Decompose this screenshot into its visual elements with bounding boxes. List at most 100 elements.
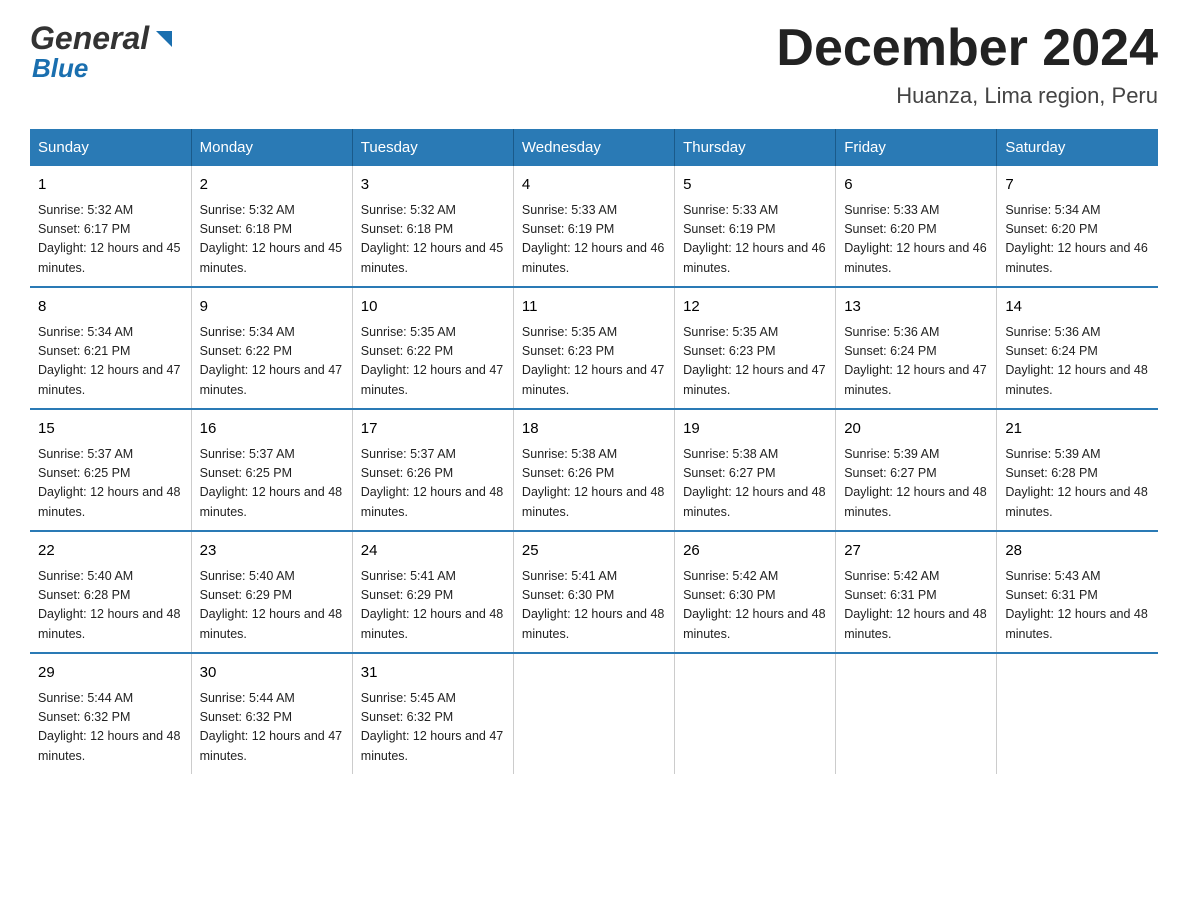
daylight-text: Daylight: 12 hours and 48 minutes.	[844, 485, 986, 518]
calendar-week-row: 15Sunrise: 5:37 AMSunset: 6:25 PMDayligh…	[30, 409, 1158, 531]
calendar-day-cell: 8Sunrise: 5:34 AMSunset: 6:21 PMDaylight…	[30, 287, 191, 409]
day-number: 19	[683, 418, 827, 441]
calendar-empty-cell	[513, 653, 674, 774]
sunset-text: Sunset: 6:32 PM	[200, 710, 292, 724]
calendar-day-cell: 26Sunrise: 5:42 AMSunset: 6:30 PMDayligh…	[675, 531, 836, 653]
daylight-text: Daylight: 12 hours and 47 minutes.	[38, 363, 180, 396]
calendar-day-cell: 3Sunrise: 5:32 AMSunset: 6:18 PMDaylight…	[352, 166, 513, 287]
daylight-text: Daylight: 12 hours and 48 minutes.	[1005, 363, 1147, 396]
sunrise-text: Sunrise: 5:42 AM	[683, 569, 778, 583]
calendar-day-cell: 16Sunrise: 5:37 AMSunset: 6:25 PMDayligh…	[191, 409, 352, 531]
calendar-day-cell: 22Sunrise: 5:40 AMSunset: 6:28 PMDayligh…	[30, 531, 191, 653]
sunset-text: Sunset: 6:28 PM	[1005, 466, 1097, 480]
day-number: 26	[683, 540, 827, 563]
page-title: December 2024	[776, 20, 1158, 77]
daylight-text: Daylight: 12 hours and 47 minutes.	[361, 363, 503, 396]
calendar-day-cell: 14 Sunrise: 5:36 AMSunset: 6:24 PMDayligh…	[997, 287, 1158, 409]
column-header-friday: Friday	[836, 129, 997, 166]
column-header-saturday: Saturday	[997, 129, 1158, 166]
day-number: 14	[1005, 296, 1150, 319]
logo-blue-text: Blue	[30, 53, 88, 84]
day-info: Sunrise: 5:35 AMSunset: 6:23 PMDaylight:…	[683, 323, 827, 401]
day-number: 21	[1005, 418, 1150, 441]
calendar-empty-cell	[836, 653, 997, 774]
calendar-day-cell: 21 Sunrise: 5:39 AMSunset: 6:28 PMDayligh…	[997, 409, 1158, 531]
sunrise-text: Sunrise: 5:40 AM	[200, 569, 295, 583]
calendar-day-cell: 5Sunrise: 5:33 AMSunset: 6:19 PMDaylight…	[675, 166, 836, 287]
sunset-text: Sunset: 6:26 PM	[522, 466, 614, 480]
sunrise-text: Sunrise: 5:37 AM	[361, 447, 456, 461]
sunset-text: Sunset: 6:27 PM	[844, 466, 936, 480]
calendar-day-cell: 31Sunrise: 5:45 AMSunset: 6:32 PMDayligh…	[352, 653, 513, 774]
day-number: 27	[844, 540, 988, 563]
calendar-week-row: 8Sunrise: 5:34 AMSunset: 6:21 PMDaylight…	[30, 287, 1158, 409]
day-info: Sunrise: 5:39 AM Sunset: 6:27 PM Daylight:…	[844, 445, 988, 523]
day-info: Sunrise: 5:35 AMSunset: 6:22 PMDaylight:…	[361, 323, 505, 401]
daylight-text: Daylight: 12 hours and 48 minutes.	[361, 485, 503, 518]
day-info: Sunrise: 5:37 AMSunset: 6:26 PMDaylight:…	[361, 445, 505, 523]
day-number: 25	[522, 540, 666, 563]
sunrise-text: Sunrise: 5:39 AM	[844, 447, 939, 461]
day-info: Sunrise: 5:32 AMSunset: 6:17 PMDaylight:…	[38, 201, 183, 279]
daylight-text: Daylight: 12 hours and 45 minutes.	[200, 241, 342, 274]
sunset-text: Sunset: 6:19 PM	[683, 222, 775, 236]
daylight-text: Daylight: 12 hours and 48 minutes.	[844, 607, 986, 640]
calendar-day-cell: 11Sunrise: 5:35 AMSunset: 6:23 PMDayligh…	[513, 287, 674, 409]
daylight-text: Daylight: 12 hours and 47 minutes.	[844, 363, 986, 396]
calendar-day-cell: 7Sunrise: 5:34 AMSunset: 6:20 PMDaylight…	[997, 166, 1158, 287]
calendar-day-cell: 19Sunrise: 5:38 AMSunset: 6:27 PMDayligh…	[675, 409, 836, 531]
sunrise-text: Sunrise: 5:34 AM	[200, 325, 295, 339]
day-info: Sunrise: 5:42 AMSunset: 6:31 PMDaylight:…	[844, 567, 988, 645]
daylight-text: Daylight: 12 hours and 48 minutes.	[522, 485, 664, 518]
column-header-monday: Monday	[191, 129, 352, 166]
day-number: 5	[683, 174, 827, 197]
calendar-week-row: 29Sunrise: 5:44 AMSunset: 6:32 PMDayligh…	[30, 653, 1158, 774]
calendar-day-cell: 10 Sunrise: 5:35 AMSunset: 6:22 PMDayligh…	[352, 287, 513, 409]
sunrise-text: Sunrise: 5:33 AM	[844, 203, 939, 217]
day-number: 23	[200, 540, 344, 563]
day-info: Sunrise: 5:32 AMSunset: 6:18 PMDaylight:…	[361, 201, 505, 279]
sunrise-text: Sunrise: 5:35 AM	[522, 325, 617, 339]
calendar-day-cell: 1Sunrise: 5:32 AMSunset: 6:17 PMDaylight…	[30, 166, 191, 287]
logo: General Blue	[30, 20, 174, 84]
sunset-text: Sunset: 6:19 PM	[522, 222, 614, 236]
daylight-text: Daylight: 12 hours and 47 minutes.	[361, 729, 503, 762]
day-info: Sunrise: 5:35 AMSunset: 6:23 PMDaylight:…	[522, 323, 666, 401]
day-info: Sunrise: 5:34 AMSunset: 6:21 PMDaylight:…	[38, 323, 183, 401]
day-number: 29	[38, 662, 183, 685]
sunrise-text: Sunrise: 5:40 AM	[38, 569, 133, 583]
sunset-text: Sunset: 6:22 PM	[200, 344, 292, 358]
day-number: 28	[1005, 540, 1150, 563]
logo-general-text: General	[30, 20, 149, 57]
daylight-text: Daylight: 12 hours and 47 minutes.	[683, 363, 825, 396]
column-header-sunday: Sunday	[30, 129, 191, 166]
sunset-text: Sunset: 6:32 PM	[38, 710, 130, 724]
daylight-text: Daylight: 12 hours and 47 minutes.	[200, 729, 342, 762]
sunset-text: Sunset: 6:30 PM	[522, 588, 614, 602]
day-number: 10	[361, 296, 505, 319]
sunrise-text: Sunrise: 5:32 AM	[38, 203, 133, 217]
sunrise-text: Sunrise: 5:37 AM	[38, 447, 133, 461]
day-info: Sunrise: 5:41 AMSunset: 6:30 PMDaylight:…	[522, 567, 666, 645]
day-info: Sunrise: 5:36 AMSunset: 6:24 PMDaylight:…	[1005, 323, 1150, 401]
day-number: 16	[200, 418, 344, 441]
calendar-day-cell: 24Sunrise: 5:41 AMSunset: 6:29 PMDayligh…	[352, 531, 513, 653]
logo-arrow-icon	[152, 27, 174, 54]
column-header-thursday: Thursday	[675, 129, 836, 166]
day-info: Sunrise: 5:36 AMSunset: 6:24 PMDaylight:…	[844, 323, 988, 401]
sunset-text: Sunset: 6:31 PM	[844, 588, 936, 602]
day-number: 13	[844, 296, 988, 319]
calendar-day-cell: 13 Sunrise: 5:36 AMSunset: 6:24 PMDayligh…	[836, 287, 997, 409]
day-info: Sunrise: 5:43 AMSunset: 6:31 PMDaylight:…	[1005, 567, 1150, 645]
calendar-day-cell: 30Sunrise: 5:44 AMSunset: 6:32 PMDayligh…	[191, 653, 352, 774]
daylight-text: Daylight: 12 hours and 47 minutes.	[522, 363, 664, 396]
day-info: Sunrise: 5:39 AMSunset: 6:28 PMDaylight:…	[1005, 445, 1150, 523]
day-info: Sunrise: 5:33 AMSunset: 6:19 PMDaylight:…	[522, 201, 666, 279]
sunset-text: Sunset: 6:17 PM	[38, 222, 130, 236]
daylight-text: Daylight: 12 hours and 46 minutes.	[522, 241, 664, 274]
day-number: 1	[38, 174, 183, 197]
day-number: 6	[844, 174, 988, 197]
daylight-text: Daylight: 12 hours and 46 minutes.	[683, 241, 825, 274]
daylight-text: Daylight: 12 hours and 48 minutes.	[522, 607, 664, 640]
daylight-text: Daylight: 12 hours and 48 minutes.	[1005, 607, 1147, 640]
